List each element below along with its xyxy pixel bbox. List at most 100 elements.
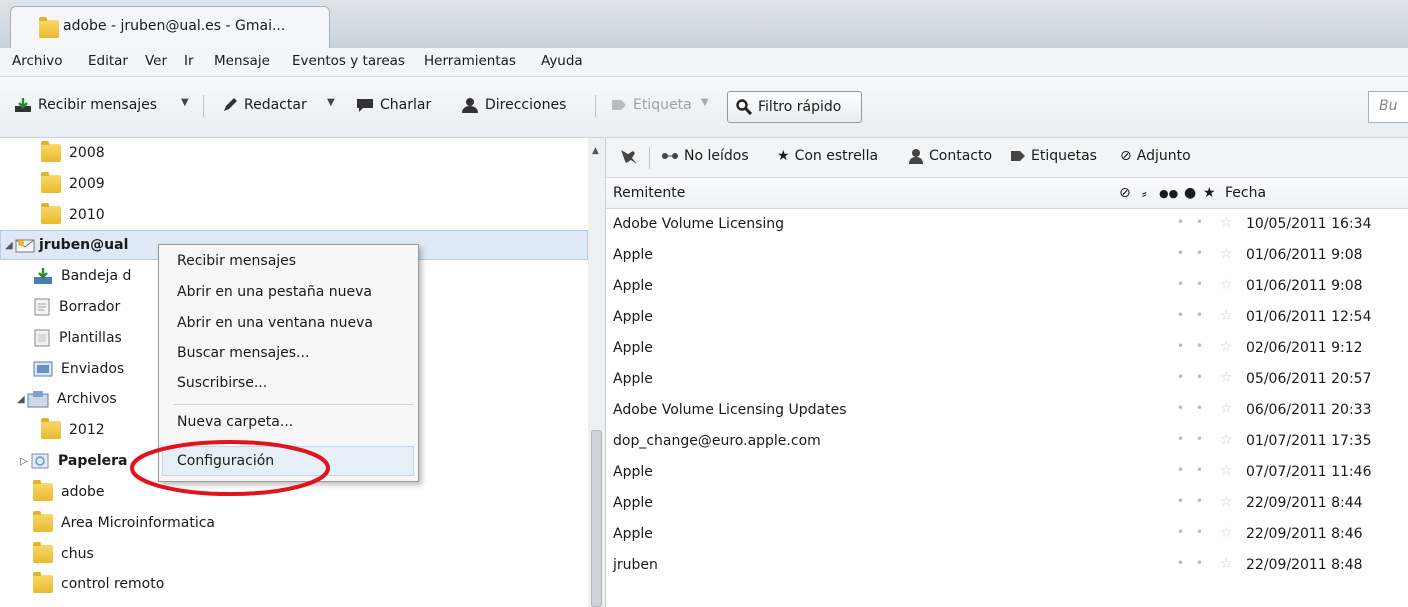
message-row[interactable]: Adobe Volume Licensing Updates • • ☆ 06/0… [606,395,1408,426]
folder-2008[interactable]: 2008 [0,138,629,168]
message-row[interactable]: dop_change@euro.apple.com • • ☆ 01/07/201… [606,426,1408,457]
folder-2009[interactable]: 2009 [0,169,629,199]
message-sender: Apple [613,495,653,511]
read-dot-icon[interactable]: • [1177,339,1184,353]
menu-ver[interactable]: Ver [145,53,167,69]
star-column-icon[interactable]: ★ [1203,185,1216,201]
read-column-icon[interactable]: ●● [1159,187,1178,200]
redactar-dropdown-icon[interactable]: ▼ [327,97,335,108]
scroll-thumb[interactable] [591,430,602,607]
scroll-up-icon[interactable]: ▲ [592,146,599,156]
star-toggle-icon[interactable]: ☆ [1220,463,1233,479]
message-row[interactable]: Apple • • ☆ 01/06/2011 9:08 [606,271,1408,302]
message-row[interactable]: Apple • • ☆ 01/06/2011 12:54 [606,302,1408,333]
read-dot-icon[interactable]: • [1177,308,1184,322]
read-dot-icon[interactable]: • [1177,432,1184,446]
menu-editar[interactable]: Editar [88,53,128,69]
junk-dot-icon[interactable]: • [1196,401,1203,415]
filter-no-leidos[interactable]: No leídos [661,148,749,164]
expand-arrow-icon[interactable]: ◢ [17,394,27,405]
menu-ayuda[interactable]: Ayuda [541,53,583,69]
message-row[interactable]: Adobe Volume Licensing • • ☆ 10/05/2011 1… [606,209,1408,240]
collapse-arrow-icon[interactable]: ▷ [20,456,30,467]
message-row[interactable]: Apple • • ☆ 01/06/2011 9:08 [606,240,1408,271]
star-toggle-icon[interactable]: ☆ [1220,525,1233,541]
junk-dot-icon[interactable]: • [1196,463,1203,477]
junk-dot-icon[interactable]: • [1196,277,1203,291]
read-dot-icon[interactable]: • [1177,525,1184,539]
etiqueta-button[interactable]: Etiqueta [611,97,692,113]
menu-abrir-ventana[interactable]: Abrir en una ventana nueva [177,315,373,331]
menu-eventos-y-tareas[interactable]: Eventos y tareas [292,53,405,69]
junk-dot-icon[interactable]: • [1196,494,1203,508]
folder-chus[interactable]: chus [0,539,621,569]
read-dot-icon[interactable]: • [1177,401,1184,415]
star-toggle-icon[interactable]: ☆ [1220,339,1233,355]
junk-dot-icon[interactable]: • [1196,339,1203,353]
filter-con-estrella[interactable]: ★ Con estrella [777,148,878,164]
filter-adjunto[interactable]: ⊘ Adjunto [1120,148,1191,164]
filter-etiquetas[interactable]: Etiquetas [1010,148,1097,164]
expand-arrow-icon[interactable]: ◢ [5,240,15,251]
menu-configuracion[interactable]: Configuración [177,453,274,469]
message-row[interactable]: Apple • • ☆ 02/06/2011 9:12 [606,333,1408,364]
column-remitente[interactable]: Remitente [613,185,685,201]
read-dot-icon[interactable]: • [1177,463,1184,477]
star-toggle-icon[interactable]: ☆ [1220,308,1233,324]
filtro-rapido-button[interactable]: Filtro rápido [727,91,862,123]
read-dot-icon[interactable]: • [1177,277,1184,291]
star-toggle-icon[interactable]: ☆ [1220,494,1233,510]
recibir-mensajes-button[interactable]: Recibir mensajes [14,97,157,113]
folder-control-remoto[interactable]: control remoto [0,569,621,599]
junk-dot-icon[interactable]: • [1196,556,1203,570]
folder-scrollbar[interactable]: ▲ [588,138,605,607]
direcciones-button[interactable]: Direcciones [461,97,566,113]
read-dot-icon[interactable]: • [1177,494,1184,508]
junk-column-icon[interactable]: ● [1184,185,1196,201]
filter-contacto[interactable]: Contacto [908,148,992,164]
search-input[interactable]: Bu [1368,91,1408,123]
star-toggle-icon[interactable]: ☆ [1220,432,1233,448]
etiqueta-dropdown-icon[interactable]: ▼ [701,97,709,108]
read-dot-icon[interactable]: • [1177,370,1184,384]
redactar-button[interactable]: Redactar [222,97,307,113]
message-row[interactable]: Apple • • ☆ 07/07/2011 11:46 [606,457,1408,488]
junk-dot-icon[interactable]: • [1196,308,1203,322]
attachment-column-icon[interactable]: ⊘ [1119,185,1131,201]
star-toggle-icon[interactable]: ☆ [1220,401,1233,417]
message-row[interactable]: Apple • • ☆ 22/09/2011 8:46 [606,519,1408,550]
menu-ir[interactable]: Ir [184,53,194,69]
star-toggle-icon[interactable]: ☆ [1220,215,1233,231]
menu-nueva-carpeta[interactable]: Nueva carpeta... [177,414,293,430]
message-row[interactable]: jruben • • ☆ 22/09/2011 8:48 [606,550,1408,581]
menu-suscribirse[interactable]: Suscribirse... [177,375,267,391]
column-fecha[interactable]: Fecha [1225,185,1266,201]
junk-dot-icon[interactable]: • [1196,246,1203,260]
folder-2010[interactable]: 2010 [0,200,629,230]
menu-archivo[interactable]: Archivo [12,53,62,69]
charlar-button[interactable]: Charlar [356,97,431,113]
read-dot-icon[interactable]: • [1177,215,1184,229]
tab-adobe-folder[interactable]: adobe - jruben@ual.es - Gmai... [10,6,330,48]
read-dot-icon[interactable]: • [1177,246,1184,260]
star-toggle-icon[interactable]: ☆ [1220,246,1233,262]
star-toggle-icon[interactable]: ☆ [1220,370,1233,386]
menu-abrir-pestana[interactable]: Abrir en una pestaña nueva [177,284,372,300]
star-toggle-icon[interactable]: ☆ [1220,277,1233,293]
folder-area-microinformatica[interactable]: Area Microinformatica [0,508,621,538]
menu-recibir-mensajes[interactable]: Recibir mensajes [177,253,296,269]
menu-herramientas[interactable]: Herramientas [424,53,516,69]
star-toggle-icon[interactable]: ☆ [1220,556,1233,572]
thread-column-icon[interactable]: ⸗ [1142,185,1147,202]
junk-dot-icon[interactable]: • [1196,370,1203,384]
recibir-dropdown-icon[interactable]: ▼ [181,97,189,108]
message-row[interactable]: Apple • • ☆ 05/06/2011 20:57 [606,364,1408,395]
message-row[interactable]: Apple • • ☆ 22/09/2011 8:44 [606,488,1408,519]
junk-dot-icon[interactable]: • [1196,432,1203,446]
junk-dot-icon[interactable]: • [1196,215,1203,229]
sticky-pin-icon[interactable] [618,148,645,166]
read-dot-icon[interactable]: • [1177,556,1184,570]
menu-mensaje[interactable]: Mensaje [214,53,270,69]
menu-buscar-mensajes[interactable]: Buscar mensajes... [177,345,309,361]
junk-dot-icon[interactable]: • [1196,525,1203,539]
